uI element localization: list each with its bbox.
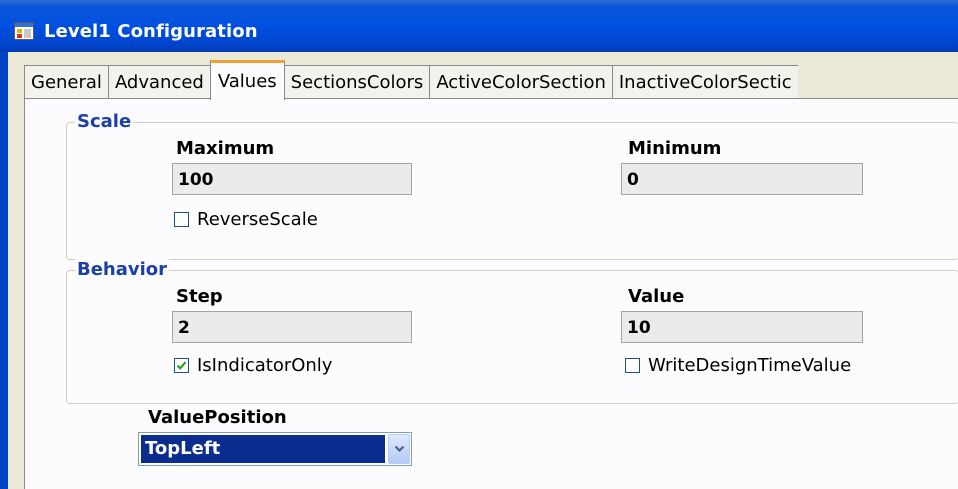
checkbox-box — [625, 358, 640, 373]
tab-active-color-section[interactable]: ActiveColorSection — [429, 65, 613, 99]
scale-group-title: Scale — [75, 111, 134, 133]
minimum-field[interactable]: 0 — [621, 163, 863, 195]
checkbox-checked-box — [174, 358, 189, 373]
tab-sections-colors[interactable]: SectionsColors — [283, 65, 431, 99]
tab-general[interactable]: General — [24, 65, 109, 99]
value-position-label: ValuePosition — [148, 407, 287, 428]
tab-values[interactable]: Values — [209, 60, 285, 100]
checkbox-box — [174, 212, 189, 227]
tab-inactive-color-section[interactable]: InactiveColorSectic — [611, 65, 798, 99]
value-position-selected: TopLeft — [141, 435, 385, 463]
write-design-time-value-checkbox[interactable]: WriteDesignTimeValue — [625, 355, 851, 376]
value-position-dropdown[interactable]: TopLeft — [138, 432, 412, 466]
value-label: Value — [628, 286, 685, 307]
reverse-scale-checkbox[interactable]: ReverseScale — [174, 209, 318, 230]
behavior-group-title: Behavior — [75, 259, 170, 281]
step-field[interactable]: 2 — [172, 311, 412, 343]
reverse-scale-label: ReverseScale — [197, 209, 318, 230]
app-window-icon — [14, 22, 34, 40]
title-bar[interactable]: Level1 Configuration — [0, 0, 958, 52]
checkmark-icon — [176, 361, 187, 370]
window-title: Level1 Configuration — [44, 21, 258, 42]
maximum-label: Maximum — [176, 138, 275, 159]
is-indicator-only-checkbox[interactable]: IsIndicatorOnly — [174, 355, 332, 376]
is-indicator-only-label: IsIndicatorOnly — [197, 355, 333, 376]
maximum-field[interactable]: 100 — [172, 163, 412, 195]
tab-advanced[interactable]: Advanced — [107, 65, 211, 99]
value-field[interactable]: 10 — [621, 311, 863, 343]
step-label: Step — [176, 286, 223, 307]
tab-strip: General Advanced Values SectionsColors A… — [24, 59, 798, 100]
write-design-time-value-label: WriteDesignTimeValue — [648, 355, 852, 376]
window-border — [0, 52, 8, 489]
chevron-down-icon — [394, 445, 404, 453]
minimum-label: Minimum — [628, 138, 722, 159]
dropdown-button[interactable] — [388, 434, 410, 464]
